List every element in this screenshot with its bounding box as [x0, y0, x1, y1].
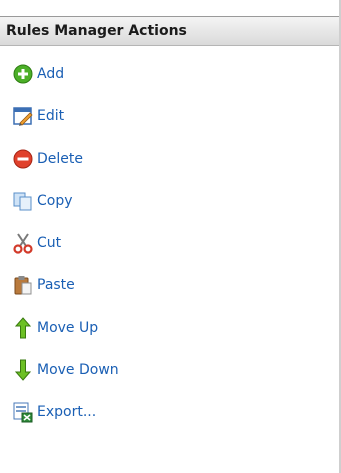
paste-icon [12, 274, 34, 296]
cut-icon [12, 232, 34, 254]
export-action[interactable]: Export... [12, 397, 96, 427]
add-icon [12, 63, 34, 85]
move-up-icon [12, 317, 34, 339]
rules-manager-actions-panel: Rules Manager Actions Add Edit Delete Co… [0, 0, 341, 473]
copy-icon [12, 190, 34, 212]
move-down-label: Move Down [37, 362, 119, 378]
cut-action[interactable]: Cut [12, 228, 61, 258]
export-icon [12, 401, 34, 423]
add-action[interactable]: Add [12, 59, 64, 89]
delete-action[interactable]: Delete [12, 144, 83, 174]
move-up-label: Move Up [37, 320, 99, 336]
move-up-action[interactable]: Move Up [12, 313, 98, 343]
edit-icon [12, 105, 34, 127]
delete-icon [12, 148, 34, 170]
panel-header: Rules Manager Actions [0, 16, 339, 46]
delete-label: Delete [37, 151, 83, 167]
add-label: Add [37, 66, 65, 82]
copy-action[interactable]: Copy [12, 186, 73, 216]
paste-action[interactable]: Paste [12, 270, 75, 300]
move-down-icon [12, 359, 34, 381]
export-label: Export... [37, 404, 97, 420]
panel-title: Rules Manager Actions [6, 23, 187, 39]
edit-label: Edit [37, 108, 65, 124]
paste-label: Paste [37, 277, 75, 293]
edit-action[interactable]: Edit [12, 101, 64, 131]
cut-label: Cut [37, 235, 62, 251]
move-down-action[interactable]: Move Down [12, 355, 119, 385]
copy-label: Copy [37, 193, 73, 209]
